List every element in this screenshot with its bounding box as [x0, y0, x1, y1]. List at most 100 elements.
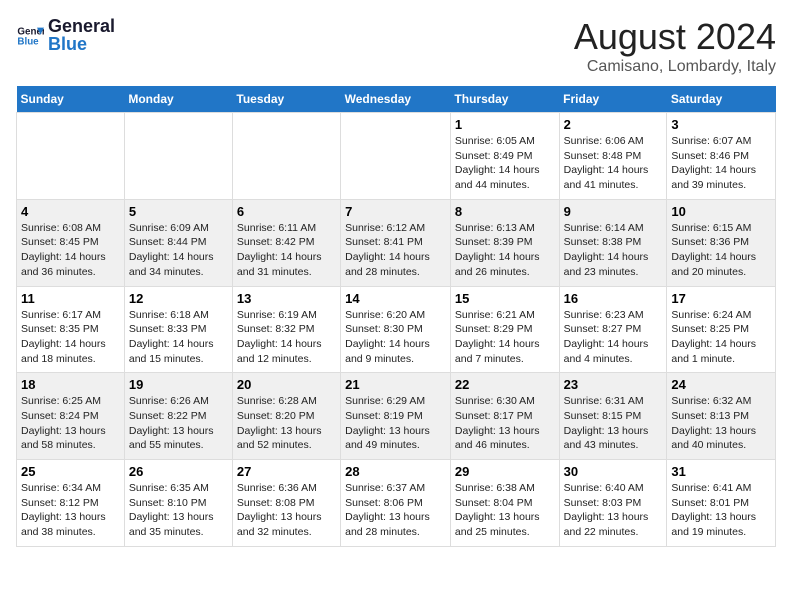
- weekday-header-thursday: Thursday: [450, 86, 559, 113]
- day-number: 20: [237, 377, 336, 392]
- day-number: 19: [129, 377, 228, 392]
- day-number: 14: [345, 291, 446, 306]
- day-info: Sunrise: 6:25 AMSunset: 8:24 PMDaylight:…: [21, 394, 120, 453]
- day-number: 17: [671, 291, 771, 306]
- weekday-header-sunday: Sunday: [17, 86, 125, 113]
- calendar-cell: 10 Sunrise: 6:15 AMSunset: 8:36 PMDayligh…: [667, 199, 776, 286]
- day-number: 10: [671, 204, 771, 219]
- calendar-cell: 28Sunrise: 6:37 AMSunset: 8:06 PMDayligh…: [341, 460, 451, 547]
- calendar-cell: 12 Sunrise: 6:18 AMSunset: 8:33 PMDayligh…: [124, 286, 232, 373]
- weekday-header-monday: Monday: [124, 86, 232, 113]
- day-info: Sunrise: 6:23 AMSunset: 8:27 PMDaylight:…: [564, 308, 663, 367]
- day-number: 7: [345, 204, 446, 219]
- calendar-cell: 23 Sunrise: 6:31 AMSunset: 8:15 PMDayligh…: [559, 373, 667, 460]
- calendar-cell: 20 Sunrise: 6:28 AMSunset: 8:20 PMDayligh…: [232, 373, 340, 460]
- day-info: Sunrise: 6:18 AMSunset: 8:33 PMDaylight:…: [129, 308, 228, 367]
- calendar-cell: 27 Sunrise: 6:36 AMSunset: 8:08 PMDayligh…: [232, 460, 340, 547]
- day-info: Sunrise: 6:09 AMSunset: 8:44 PMDaylight:…: [129, 221, 228, 280]
- calendar-cell: 8 Sunrise: 6:13 AMSunset: 8:39 PMDaylight…: [450, 199, 559, 286]
- calendar-cell: 1Sunrise: 6:05 AMSunset: 8:49 PMDaylight…: [450, 113, 559, 200]
- day-info: Sunrise: 6:06 AMSunset: 8:48 PMDaylight:…: [564, 134, 663, 193]
- day-number: 27: [237, 464, 336, 479]
- weekday-header-wednesday: Wednesday: [341, 86, 451, 113]
- location-subtitle: Camisano, Lombardy, Italy: [574, 58, 776, 76]
- day-info: Sunrise: 6:37 AMSunset: 8:06 PMDaylight:…: [345, 481, 446, 540]
- day-info: Sunrise: 6:35 AMSunset: 8:10 PMDaylight:…: [129, 481, 228, 540]
- day-info: Sunrise: 6:40 AMSunset: 8:03 PMDaylight:…: [564, 481, 663, 540]
- calendar-cell: 2Sunrise: 6:06 AMSunset: 8:48 PMDaylight…: [559, 113, 667, 200]
- calendar-table: SundayMondayTuesdayWednesdayThursdayFrid…: [16, 86, 776, 547]
- weekday-header-row: SundayMondayTuesdayWednesdayThursdayFrid…: [17, 86, 776, 113]
- calendar-week-1: 1Sunrise: 6:05 AMSunset: 8:49 PMDaylight…: [17, 113, 776, 200]
- day-info: Sunrise: 6:24 AMSunset: 8:25 PMDaylight:…: [671, 308, 771, 367]
- calendar-cell: 4 Sunrise: 6:08 AMSunset: 8:45 PMDaylight…: [17, 199, 125, 286]
- calendar-cell: 6 Sunrise: 6:11 AMSunset: 8:42 PMDaylight…: [232, 199, 340, 286]
- calendar-cell: 17 Sunrise: 6:24 AMSunset: 8:25 PMDayligh…: [667, 286, 776, 373]
- page-header: General Blue General Blue August 2024 Ca…: [16, 16, 776, 76]
- calendar-cell: [124, 113, 232, 200]
- calendar-week-4: 18 Sunrise: 6:25 AMSunset: 8:24 PMDayligh…: [17, 373, 776, 460]
- logo: General Blue General Blue: [16, 16, 115, 55]
- day-info: Sunrise: 6:07 AMSunset: 8:46 PMDaylight:…: [671, 134, 771, 193]
- calendar-cell: 15 Sunrise: 6:21 AMSunset: 8:29 PMDayligh…: [450, 286, 559, 373]
- day-number: 15: [455, 291, 555, 306]
- logo-line2: Blue: [48, 34, 115, 56]
- calendar-cell: 19 Sunrise: 6:26 AMSunset: 8:22 PMDayligh…: [124, 373, 232, 460]
- day-info: Sunrise: 6:08 AMSunset: 8:45 PMDaylight:…: [21, 221, 120, 280]
- calendar-cell: 13Sunrise: 6:19 AMSunset: 8:32 PMDayligh…: [232, 286, 340, 373]
- day-info: Sunrise: 6:21 AMSunset: 8:29 PMDaylight:…: [455, 308, 555, 367]
- day-number: 21: [345, 377, 446, 392]
- day-info: Sunrise: 6:20 AMSunset: 8:30 PMDaylight:…: [345, 308, 446, 367]
- day-info: Sunrise: 6:29 AMSunset: 8:19 PMDaylight:…: [345, 394, 446, 453]
- day-info: Sunrise: 6:30 AMSunset: 8:17 PMDaylight:…: [455, 394, 555, 453]
- day-number: 1: [455, 117, 555, 132]
- calendar-cell: [17, 113, 125, 200]
- month-year-title: August 2024: [574, 16, 776, 58]
- calendar-week-3: 11Sunrise: 6:17 AMSunset: 8:35 PMDayligh…: [17, 286, 776, 373]
- calendar-cell: 21 Sunrise: 6:29 AMSunset: 8:19 PMDayligh…: [341, 373, 451, 460]
- day-info: Sunrise: 6:26 AMSunset: 8:22 PMDaylight:…: [129, 394, 228, 453]
- title-area: August 2024 Camisano, Lombardy, Italy: [574, 16, 776, 76]
- day-info: Sunrise: 6:34 AMSunset: 8:12 PMDaylight:…: [21, 481, 120, 540]
- day-number: 12: [129, 291, 228, 306]
- calendar-cell: 29Sunrise: 6:38 AMSunset: 8:04 PMDayligh…: [450, 460, 559, 547]
- day-info: Sunrise: 6:32 AMSunset: 8:13 PMDaylight:…: [671, 394, 771, 453]
- day-info: Sunrise: 6:31 AMSunset: 8:15 PMDaylight:…: [564, 394, 663, 453]
- calendar-cell: 11Sunrise: 6:17 AMSunset: 8:35 PMDayligh…: [17, 286, 125, 373]
- weekday-header-friday: Friday: [559, 86, 667, 113]
- day-number: 4: [21, 204, 120, 219]
- day-number: 6: [237, 204, 336, 219]
- day-info: Sunrise: 6:28 AMSunset: 8:20 PMDaylight:…: [237, 394, 336, 453]
- day-number: 18: [21, 377, 120, 392]
- calendar-cell: 25Sunrise: 6:34 AMSunset: 8:12 PMDayligh…: [17, 460, 125, 547]
- calendar-cell: 14 Sunrise: 6:20 AMSunset: 8:30 PMDayligh…: [341, 286, 451, 373]
- calendar-cell: 31Sunrise: 6:41 AMSunset: 8:01 PMDayligh…: [667, 460, 776, 547]
- day-info: Sunrise: 6:17 AMSunset: 8:35 PMDaylight:…: [21, 308, 120, 367]
- day-number: 22: [455, 377, 555, 392]
- weekday-header-saturday: Saturday: [667, 86, 776, 113]
- calendar-cell: [232, 113, 340, 200]
- day-info: Sunrise: 6:11 AMSunset: 8:42 PMDaylight:…: [237, 221, 336, 280]
- day-number: 5: [129, 204, 228, 219]
- calendar-cell: 18 Sunrise: 6:25 AMSunset: 8:24 PMDayligh…: [17, 373, 125, 460]
- day-info: Sunrise: 6:36 AMSunset: 8:08 PMDaylight:…: [237, 481, 336, 540]
- day-number: 9: [564, 204, 663, 219]
- calendar-cell: 22 Sunrise: 6:30 AMSunset: 8:17 PMDayligh…: [450, 373, 559, 460]
- day-number: 3: [671, 117, 771, 132]
- day-info: Sunrise: 6:13 AMSunset: 8:39 PMDaylight:…: [455, 221, 555, 280]
- svg-text:Blue: Blue: [17, 36, 39, 47]
- calendar-cell: 7Sunrise: 6:12 AMSunset: 8:41 PMDaylight…: [341, 199, 451, 286]
- calendar-cell: 30 Sunrise: 6:40 AMSunset: 8:03 PMDayligh…: [559, 460, 667, 547]
- calendar-cell: 9Sunrise: 6:14 AMSunset: 8:38 PMDaylight…: [559, 199, 667, 286]
- day-number: 23: [564, 377, 663, 392]
- day-info: Sunrise: 6:15 AMSunset: 8:36 PMDaylight:…: [671, 221, 771, 280]
- day-number: 16: [564, 291, 663, 306]
- day-number: 13: [237, 291, 336, 306]
- day-number: 8: [455, 204, 555, 219]
- calendar-week-5: 25Sunrise: 6:34 AMSunset: 8:12 PMDayligh…: [17, 460, 776, 547]
- weekday-header-tuesday: Tuesday: [232, 86, 340, 113]
- calendar-cell: 5 Sunrise: 6:09 AMSunset: 8:44 PMDaylight…: [124, 199, 232, 286]
- day-info: Sunrise: 6:41 AMSunset: 8:01 PMDaylight:…: [671, 481, 771, 540]
- day-number: 30: [564, 464, 663, 479]
- calendar-week-2: 4 Sunrise: 6:08 AMSunset: 8:45 PMDaylight…: [17, 199, 776, 286]
